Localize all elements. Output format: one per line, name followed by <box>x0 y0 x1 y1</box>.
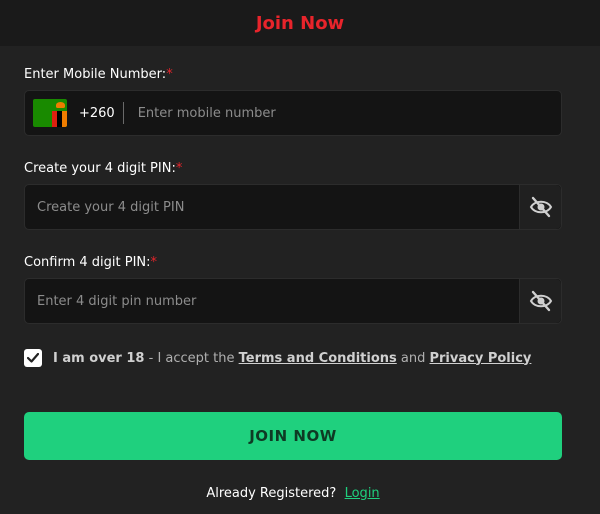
zambia-flag-icon <box>33 99 67 127</box>
page-title: Join Now <box>255 12 345 34</box>
privacy-policy-link[interactable]: Privacy Policy <box>429 351 531 366</box>
pin-label: Create your 4 digit PIN:* <box>24 161 182 176</box>
already-registered-text: Already Registered? <box>206 485 345 501</box>
and-text: and <box>396 350 430 366</box>
required-mark: * <box>166 67 173 82</box>
country-code: +260 <box>79 105 115 121</box>
mobile-number-field[interactable]: +260 Enter mobile number <box>24 90 562 136</box>
eye-slash-icon <box>529 290 552 312</box>
header-bar: Join Now <box>0 0 600 46</box>
eye-slash-icon <box>529 196 552 218</box>
login-link[interactable]: Login <box>345 486 380 501</box>
pin-label-text: Create your 4 digit PIN: <box>24 161 176 176</box>
mobile-number-input[interactable]: Enter mobile number <box>124 106 276 121</box>
confirm-pin-field[interactable]: Enter 4 digit pin number <box>24 278 562 324</box>
accept-text: I accept the <box>157 350 239 366</box>
confirm-pin-label-text: Confirm 4 digit PIN: <box>24 255 151 270</box>
consent-checkbox[interactable] <box>24 349 42 367</box>
consent-dash: - <box>144 350 158 366</box>
age-terms-consent: I am over 18 - I accept the Terms and Co… <box>24 347 562 369</box>
confirm-pin-visibility-toggle[interactable] <box>519 279 561 323</box>
age-confirmation-text: I am over 18 <box>53 350 145 366</box>
join-now-button[interactable]: JOIN NOW <box>24 412 562 460</box>
mobile-label-text: Enter Mobile Number: <box>24 67 167 82</box>
pin-field[interactable]: Create your 4 digit PIN <box>24 184 562 230</box>
confirm-pin-label: Confirm 4 digit PIN:* <box>24 255 157 270</box>
country-selector[interactable] <box>25 91 75 135</box>
terms-link[interactable]: Terms and Conditions <box>239 351 397 366</box>
pin-visibility-toggle[interactable] <box>519 185 561 229</box>
required-mark: * <box>150 255 158 270</box>
already-registered-row: Already Registered? Login <box>24 483 562 503</box>
pin-input[interactable]: Create your 4 digit PIN <box>25 200 519 215</box>
checkmark-icon <box>27 353 39 363</box>
mobile-label: Enter Mobile Number:* <box>24 67 173 82</box>
required-mark: * <box>175 161 183 176</box>
confirm-pin-input[interactable]: Enter 4 digit pin number <box>25 294 519 309</box>
